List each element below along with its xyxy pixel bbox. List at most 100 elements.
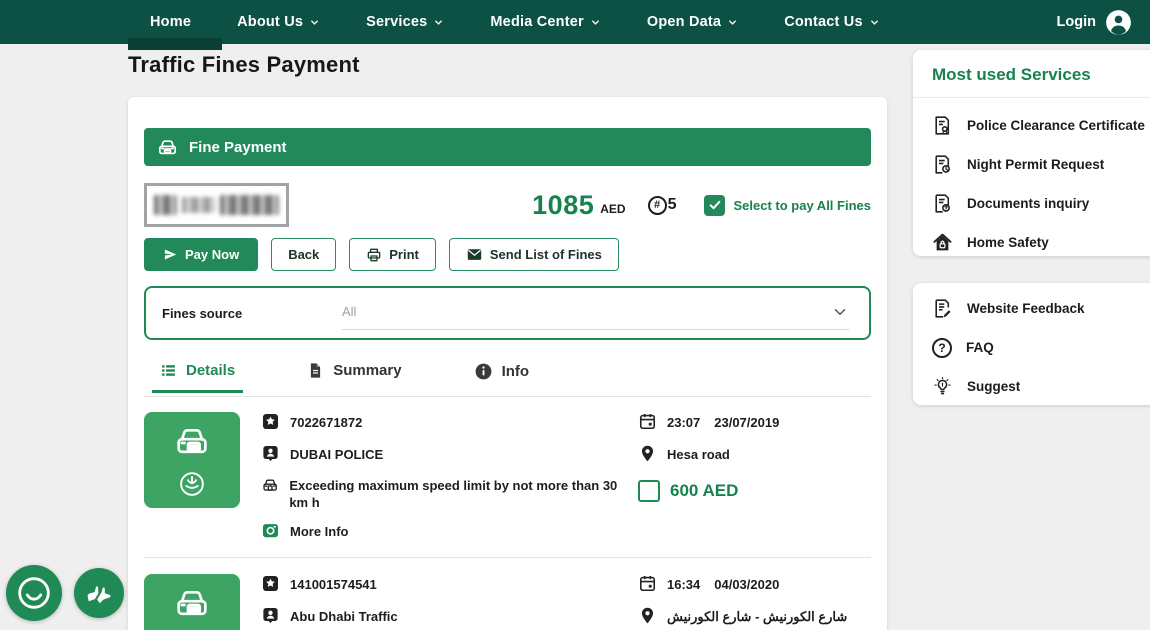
feedback-document-pencil-icon	[932, 298, 953, 319]
license-plate	[144, 183, 289, 227]
fine-location: Hesa road	[667, 444, 730, 462]
chevron-down-icon	[831, 303, 849, 321]
fine-number: 141001574541	[290, 574, 377, 592]
car-icon	[261, 476, 279, 495]
select-all-label: Select to pay All Fines	[733, 198, 871, 213]
fine-tabs: Details Summary Info	[144, 358, 871, 397]
chevron-down-icon	[869, 17, 880, 28]
hash-icon: #	[648, 196, 667, 215]
happiness-feedback-button[interactable]	[6, 565, 62, 621]
service-night-permit-request[interactable]: Night Permit Request	[913, 145, 1150, 184]
fine-location-row: شارع الكورنيش - شارع الكورنيش	[638, 606, 871, 629]
tab-summary[interactable]: Summary	[299, 358, 409, 390]
send-icon	[163, 247, 178, 262]
fine-row: 141001574541 Abu Dhabi Traffic 16:34 04/0…	[144, 574, 871, 630]
chevron-down-icon	[590, 17, 601, 28]
house-lock-icon	[932, 232, 953, 253]
fine-datetime-row: 16:34 04/03/2020	[638, 574, 871, 597]
permit-clock-document-icon	[932, 154, 953, 175]
nav-item-contact-us[interactable]: Contact Us	[784, 14, 880, 30]
smiley-icon	[14, 573, 54, 613]
fine-description: Exceeding maximum speed limit by not mor…	[289, 476, 638, 512]
list-icon	[160, 362, 177, 379]
calendar-icon	[638, 412, 657, 431]
sign-language-button[interactable]	[74, 568, 124, 618]
user-avatar-icon[interactable]	[1105, 9, 1132, 36]
calendar-icon	[638, 574, 657, 593]
service-police-clearance-certificate[interactable]: Police Clearance Certificate	[913, 106, 1150, 145]
most-used-services-title: Most used Services	[913, 50, 1150, 98]
fine-authority: DUBAI POLICE	[290, 444, 383, 462]
fine-time: 16:34	[667, 577, 700, 592]
nav-item-open-data[interactable]: Open Data	[647, 14, 738, 30]
nav-item-media-center[interactable]: Media Center	[490, 14, 600, 30]
select-all-fines: Select to pay All Fines	[704, 195, 871, 216]
chevron-down-icon	[433, 17, 444, 28]
person-badge-icon	[261, 444, 280, 463]
more-info-row[interactable]: More Info	[261, 521, 638, 544]
divider	[144, 557, 871, 558]
traffic-fine-tile	[144, 412, 240, 508]
fine-number-row: 141001574541	[261, 574, 638, 597]
police-badge-icon	[177, 469, 207, 499]
select-all-checkbox[interactable]	[704, 195, 725, 216]
hands-icon	[83, 577, 115, 609]
tab-details[interactable]: Details	[152, 358, 243, 393]
fine-select-checkbox[interactable]	[638, 480, 660, 502]
fine-authority-row: Abu Dhabi Traffic	[261, 606, 638, 629]
fine-location-row: Hesa road	[638, 444, 871, 467]
send-list-of-fines-button[interactable]: Send List of Fines	[449, 238, 619, 271]
nav-item-about-us[interactable]: About Us	[237, 14, 320, 30]
fine-date: 23/07/2019	[714, 415, 779, 430]
tab-info[interactable]: Info	[466, 358, 538, 392]
car-icon	[156, 136, 179, 159]
active-nav-indicator	[128, 38, 222, 50]
suggest-link[interactable]: Suggest	[913, 367, 1150, 405]
document-icon	[307, 362, 324, 379]
action-buttons: Pay Now Back Print Send List of Fines	[144, 238, 871, 271]
fine-row: 7022671872 DUBAI POLICE Exceeding maximu…	[144, 412, 871, 544]
login-button[interactable]: Login	[1057, 14, 1096, 30]
help-links-card: Website Feedback ? FAQ Suggest	[913, 283, 1150, 405]
fines-source-value: All	[342, 304, 356, 319]
fines-count: # 5	[648, 196, 677, 215]
car-icon	[169, 422, 215, 462]
fine-location: شارع الكورنيش - شارع الكورنيش	[667, 606, 847, 625]
more-info-link[interactable]: More Info	[290, 521, 349, 539]
fine-description-row: Exceeding maximum speed limit by not mor…	[261, 476, 638, 512]
printer-icon	[366, 247, 382, 263]
fine-payment-card: Fine Payment 1085 AED # 5 Select to pay …	[128, 97, 887, 630]
location-pin-icon	[638, 444, 657, 463]
fine-amount: 600 AED	[670, 481, 738, 501]
pay-now-button[interactable]: Pay Now	[144, 238, 258, 271]
nav-item-home[interactable]: Home	[150, 14, 191, 30]
back-button[interactable]: Back	[271, 238, 336, 271]
fine-datetime-row: 23:07 23/07/2019	[638, 412, 871, 435]
fine-authority: Abu Dhabi Traffic	[290, 606, 398, 624]
info-icon	[474, 362, 493, 381]
fine-number: 7022671872	[290, 412, 362, 430]
fine-amount-row: 600 AED	[638, 480, 871, 502]
fine-date: 04/03/2020	[714, 577, 779, 592]
faq-link[interactable]: ? FAQ	[913, 328, 1150, 367]
question-circle-icon: ?	[932, 338, 952, 358]
camera-icon	[261, 521, 280, 540]
nav-menu: Home About Us Services Media Center Open…	[150, 14, 880, 30]
service-home-safety[interactable]: Home Safety	[913, 223, 1150, 256]
location-pin-icon	[638, 606, 657, 625]
star-badge-icon	[261, 412, 280, 431]
fine-authority-row: DUBAI POLICE	[261, 444, 638, 467]
chevron-down-icon	[727, 17, 738, 28]
fines-source-dropdown[interactable]: Fines source All	[144, 286, 871, 340]
fine-number-row: 7022671872	[261, 412, 638, 435]
website-feedback-link[interactable]: Website Feedback	[913, 289, 1150, 328]
lightbulb-icon	[932, 376, 953, 397]
chevron-down-icon	[309, 17, 320, 28]
print-button[interactable]: Print	[349, 238, 436, 271]
fine-time: 23:07	[667, 415, 700, 430]
service-documents-inquiry[interactable]: Documents inquiry	[913, 184, 1150, 223]
traffic-fine-tile	[144, 574, 240, 630]
fine-payment-title: Fine Payment	[189, 139, 287, 156]
fines-source-label: Fines source	[162, 306, 342, 321]
nav-item-services[interactable]: Services	[366, 14, 444, 30]
